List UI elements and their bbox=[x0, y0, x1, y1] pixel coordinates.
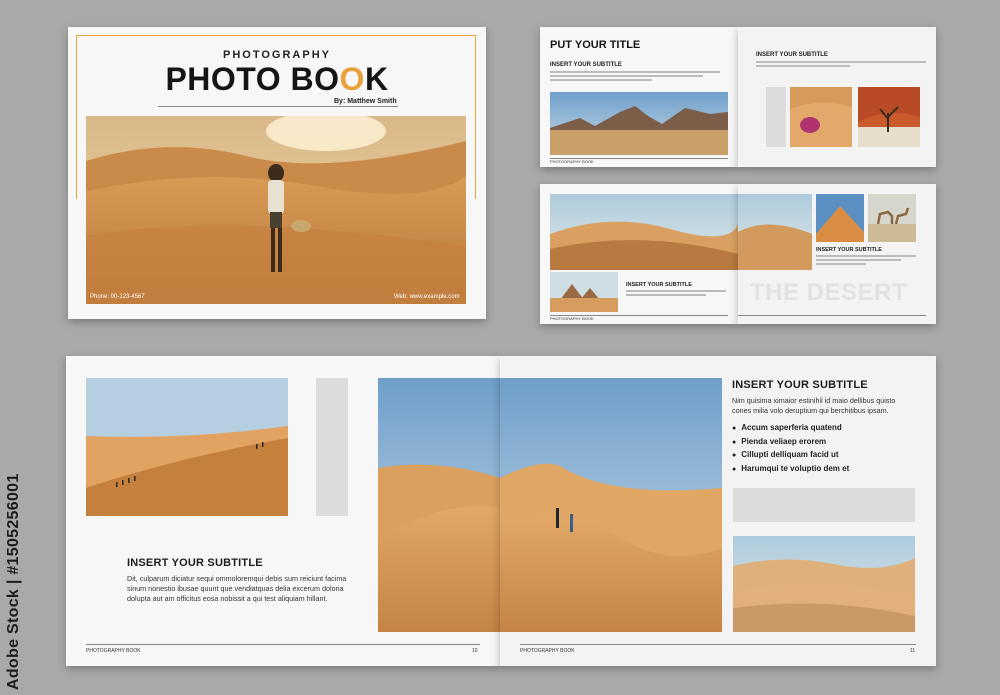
spread2-dunes-photo-right bbox=[738, 194, 812, 270]
cover-title-rule bbox=[158, 106, 398, 107]
spread3-left-body: Dit, culparum diciatur sequi ommoloremqu… bbox=[127, 574, 347, 603]
cover-author: By: Matthew Smith bbox=[334, 98, 397, 105]
spread3-main-photo-right bbox=[500, 378, 722, 632]
spread3-right-page: INSERT YOUR SUBTITLE Nim quisima ximaior… bbox=[500, 356, 936, 666]
spread1-deadvlei-photo bbox=[858, 87, 920, 147]
spread1-left-subtitle: INSERT YOUR SUBTITLE bbox=[550, 62, 622, 68]
bullet-item: Pienda veliaep erorem bbox=[732, 436, 922, 450]
cover-page: PHOTOGRAPHY PHOTO BOOK By: Matthew Smith… bbox=[68, 27, 486, 319]
spread2-camels-photo bbox=[868, 194, 916, 242]
spread2-footer-label: PHOTOGRAPHY BOOK bbox=[550, 316, 594, 321]
spread1-left-page: PUT YOUR TITLE INSERT YOUR SUBTITLE PHOT… bbox=[540, 27, 738, 167]
spread1-left-body-placeholder bbox=[550, 69, 720, 83]
spread1-mountain-photo bbox=[550, 92, 728, 155]
cover-web: Web: www.example.com bbox=[394, 294, 460, 300]
cover-photo bbox=[86, 116, 466, 304]
cover-title-part1: PHOTO BO bbox=[165, 61, 340, 97]
spread1-tree-photo bbox=[790, 87, 852, 147]
spread2-left-page: INSERT YOUR SUBTITLE PHOTOGRAPHY BOOK bbox=[540, 184, 738, 324]
spread2-body-a-placeholder bbox=[626, 288, 726, 298]
spread1-right-page: INSERT YOUR SUBTITLE bbox=[738, 27, 936, 167]
spread3-left-subtitle: INSERT YOUR SUBTITLE bbox=[127, 557, 263, 569]
cover-kicker: PHOTOGRAPHY bbox=[223, 49, 331, 61]
bullet-item: Accum saperferia quatend bbox=[732, 422, 922, 436]
spread3-left-footer-rule bbox=[86, 644, 480, 645]
spread1-gray-block bbox=[766, 87, 786, 147]
spread2-dunes-photo-left bbox=[550, 194, 738, 270]
spread2-dune-peak-photo bbox=[816, 194, 864, 242]
spread2-body-b-placeholder bbox=[816, 253, 916, 267]
spread2-right-page: INSERT YOUR SUBTITLE THE DESERT bbox=[738, 184, 936, 324]
spread3-right-footer-label: PHOTOGRAPHY BOOK bbox=[520, 648, 575, 654]
spread3-right-footer-rule bbox=[520, 644, 916, 645]
spread3-left-footer-label: PHOTOGRAPHY BOOK bbox=[86, 648, 141, 654]
spread3-climbers-photo bbox=[86, 378, 288, 516]
spread2-pyramids-photo bbox=[550, 272, 618, 312]
spread1-title: PUT YOUR TITLE bbox=[550, 39, 641, 51]
bullet-item: Harumqui te voluptio dem et bbox=[732, 463, 922, 477]
cover-title-part2: K bbox=[364, 61, 389, 97]
spread3-left-footer-page: 10 bbox=[472, 648, 478, 654]
cover-title: PHOTO BOOK bbox=[68, 61, 486, 98]
bullet-item: Cillupti delliquam facid ut bbox=[732, 449, 922, 463]
spread3-right-gray-block bbox=[733, 488, 915, 522]
spread3-right-body: Nim quisima ximaior estinihil id maio de… bbox=[732, 396, 896, 415]
spread3-left-page: INSERT YOUR SUBTITLE Dit, culparum dicia… bbox=[66, 356, 500, 666]
spread2-footer-rule-right bbox=[738, 315, 926, 316]
spread3-gray-block bbox=[316, 378, 348, 516]
side-watermark: Adobe Stock | #1505256001 bbox=[5, 473, 22, 690]
spread1-footer-label: PHOTOGRAPHY BOOK bbox=[550, 159, 594, 164]
spread1-right-body-placeholder bbox=[756, 59, 926, 69]
spread3-right-footer-page: 11 bbox=[910, 648, 916, 654]
spread1-right-subtitle: INSERT YOUR SUBTITLE bbox=[756, 52, 828, 58]
spread3-bullet-list: Accum saperferia quatend Pienda veliaep … bbox=[732, 422, 922, 476]
spread3-main-photo-left bbox=[378, 378, 500, 632]
spread3-right-subtitle: INSERT YOUR SUBTITLE bbox=[732, 379, 868, 391]
spread3-small-dunes-photo bbox=[733, 536, 915, 632]
spread2-headline: THE DESERT bbox=[750, 279, 908, 306]
cover-phone: Phone: 00-123-4567 bbox=[90, 294, 145, 300]
cover-title-accent: O bbox=[339, 61, 365, 97]
